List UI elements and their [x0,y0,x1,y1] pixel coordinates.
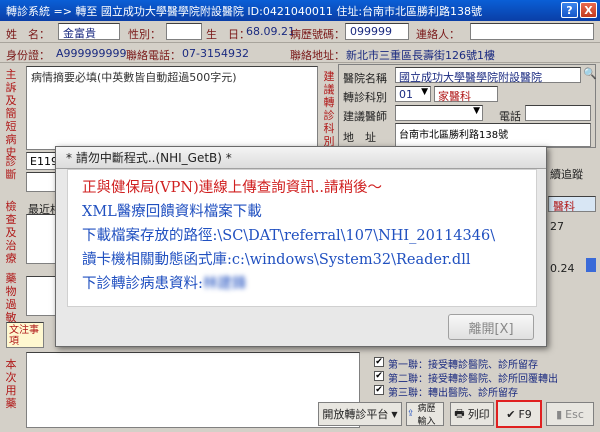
search-icon[interactable]: 🔍 [583,67,597,80]
print-copy-checkbox[interactable]: ✔ [374,385,384,395]
hospital-addr-label: 地 址 [343,131,376,144]
track-label: 續追蹤 [550,168,583,181]
complaint-label: 主訴及簡短病史 [5,68,17,159]
chevron-down-icon: ▼ [473,106,480,116]
meds-label: 藥物過敏 [5,272,17,324]
dialog-line-5-name: 林建鋒 [202,276,247,292]
dialog-frame: 正與健保局(VPN)連線上傳查詢資訊..請稍後～ XML醫療回饋資料檔案下載 下… [56,169,546,346]
dialog-close-button[interactable]: 離開[X] [448,314,534,340]
dept-label: 轉診科別 [343,91,387,104]
meds-textarea[interactable] [26,276,56,316]
esc-button[interactable]: ▮ Esc [546,402,594,426]
nhi-upload-label: 病歷輸入 [417,404,436,427]
print-copy-checkbox[interactable]: ✔ [374,357,384,367]
birth-label: 生 日： [206,28,250,41]
exit-icon: ▮ [556,407,563,421]
diag-code: E119 [30,155,58,168]
tel-label: 電話 [499,110,521,123]
complaint-text: 病情摘要必填(中英數皆自動超過500字元) [31,71,237,84]
print-button[interactable]: 🖶 列印 [450,402,494,426]
phone-value: 07-3154932 [182,47,249,60]
tel-field[interactable] [525,105,591,121]
print-copy-label: 第二聯：接受轉診醫院、診所回覆轉出 [388,374,558,385]
birth-field[interactable]: 68.09.21 [246,23,295,40]
chart-field[interactable]: 099999 [345,23,409,40]
close-button[interactable]: X [580,2,597,18]
contact-field[interactable] [470,23,594,40]
birth-value: 68.09.21 [246,25,295,38]
hospital-name-label: 醫院名稱 [343,72,387,85]
hospital-panel: 醫院名稱 國立成功大學醫學院附設醫院 🔍 轉診科別 01 ▼ 家醫科 建議醫師 … [338,64,597,148]
dept-name: 家醫科 [438,90,471,103]
dialog-line-3: 下載檔案存放的路徑:\SC\DAT\referral\107\NHI_20114… [82,228,496,244]
dialog-content: 正與健保局(VPN)連線上傳查詢資訊..請稍後～ XML醫療回饋資料檔案下載 下… [67,169,537,307]
dialog-line-1: 正與健保局(VPN)連線上傳查詢資訊..請稍後～ [82,180,382,196]
dialog-line-2: XML醫療回饋資料檔案下載 [82,204,262,220]
doctor-select[interactable]: ▼ [395,105,483,121]
dialog-line-5-label: 下診轉診病患資料: [82,276,203,292]
dept-side: 醫科 [553,200,575,213]
sex-label: 性別： [128,28,161,41]
esc-label: Esc [565,407,584,421]
upload-icon: ⇪ [407,409,415,419]
dept-value: 01 [399,88,413,101]
id-value: A999999999 [56,47,127,60]
notes-textarea[interactable] [26,352,360,428]
help-button[interactable]: ? [561,2,578,18]
nhi-upload-button[interactable]: ⇪ 病歷輸入 [406,402,444,427]
diagnosis-label: 診斷 [5,155,17,181]
id-label: 身份證： [6,49,50,62]
open-platform-button[interactable]: 開放轉診平台 ▼ [318,402,402,426]
divider [0,42,600,43]
phone-label: 聯絡電話： [126,49,181,62]
suggest-label: 建議轉診科別 [323,70,335,148]
dialog-title: * 請勿中斷程式..(NHI_GetB) * [56,147,546,169]
num1: 27 [550,220,564,233]
check-icon: ✔ [506,407,516,421]
name-value: 金富貴 [63,27,96,40]
name-field[interactable]: 金富貴 [58,23,120,40]
progress-dialog: * 請勿中斷程式..(NHI_GetB) * 正與健保局(VPN)連線上傳查詢資… [55,146,547,347]
chevron-down-icon: ▼ [391,409,398,419]
notes-label: 本次用藥 [5,358,17,410]
doctor-label: 建議醫師 [343,110,387,123]
dept-name-field: 家醫科 [434,86,498,103]
chart-value: 099999 [350,25,392,38]
printer-icon: 🖶 [454,406,465,420]
print-copy-label: 第三聯：轉出醫院、診所留存 [388,388,518,399]
sex-field[interactable] [166,23,202,40]
addr-label: 聯絡地址： [290,49,345,62]
name-label: 姓 名： [6,28,50,41]
dept-side-field: 醫科 [548,196,596,213]
dept-select[interactable]: 01 ▼ [395,86,431,102]
f9-label: F9 [518,407,532,421]
exam-textarea[interactable] [26,214,56,264]
platform-label: 開放轉診平台 [322,408,389,421]
print-copy-label: 第一聯：接受轉診醫院、診所留存 [388,360,538,371]
hospital-addr-value: 台南市北區勝利路138號 [399,130,509,141]
divider [0,62,600,63]
print-label: 列印 [467,408,490,421]
exam-label: 檢查及治療 [5,200,17,265]
print-copy-checkbox[interactable]: ✔ [374,371,384,381]
chevron-down-icon: ▼ [421,87,428,97]
window-title-bar: 轉診系統 => 轉至 國立成功大學醫學院附設醫院 ID:0421040011 住… [0,0,600,21]
hospital-name-value: 國立成功大學醫學院附設醫院 [399,71,542,84]
num2: 0.24 [550,262,575,275]
scroll-icon[interactable] [586,258,596,272]
complaint-textarea[interactable]: 病情摘要必填(中英數皆自動超過500字元) [26,66,318,150]
f9-button[interactable]: ✔ F9 [496,400,542,428]
dialog-line-4: 讀卡機相關動態函式庫:c:\windows\System32\Reader.dl… [82,252,471,268]
dialog-line-5: 下診轉診病患資料:林建鋒 [82,272,246,293]
contact-label: 連絡人： [416,28,460,41]
memo-label: 文注事項 [9,325,39,347]
window-title: 轉診系統 => 轉至 國立成功大學醫學院附設醫院 ID:0421040011 住… [6,4,483,18]
memo-box: 文注事項 [6,322,44,348]
addr-value: 新北市三重區長壽街126號1樓 [346,49,495,62]
hospital-addr-field[interactable]: 台南市北區勝利路138號 [395,123,591,147]
hospital-name-field[interactable]: 國立成功大學醫學院附設醫院 [395,67,581,84]
chart-label: 病歷號碼： [290,28,345,41]
